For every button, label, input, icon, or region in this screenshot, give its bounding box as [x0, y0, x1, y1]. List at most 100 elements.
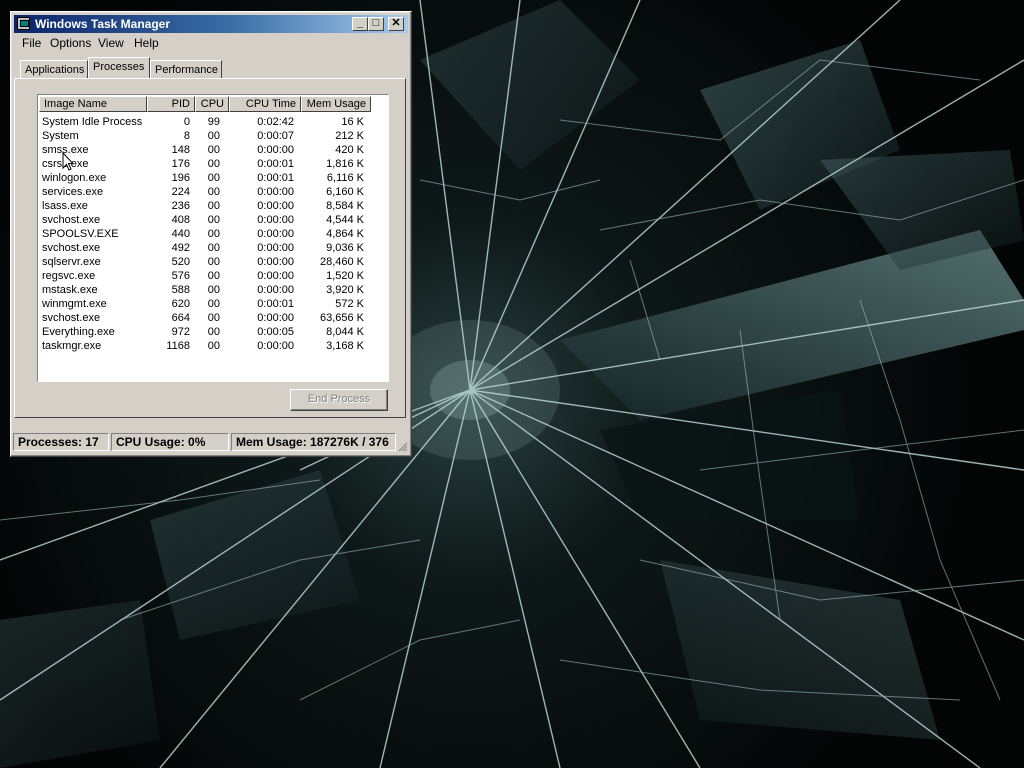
process-row[interactable]: winmgmt.exe 620 00 0:00:01 572 K: [38, 297, 386, 311]
process-name: Everything.exe: [42, 326, 115, 338]
maximize-button[interactable]: □: [368, 17, 384, 31]
process-pid: 440: [171, 228, 190, 240]
process-name: taskmgr.exe: [42, 340, 102, 352]
process-name: services.exe: [42, 186, 104, 198]
process-cpu: 00: [207, 270, 220, 282]
process-pid: 408: [171, 214, 190, 226]
process-mem-usage: 8,584 K: [326, 200, 364, 212]
process-cpu-time: 0:00:00: [257, 284, 294, 296]
menu-view[interactable]: View: [98, 36, 124, 50]
title-bar[interactable]: Windows Task Manager _ □ ✕: [14, 15, 408, 33]
process-pid: 576: [171, 270, 190, 282]
process-name: winmgmt.exe: [42, 298, 107, 310]
process-pid: 148: [171, 144, 190, 156]
column-header-mem-usage[interactable]: Mem Usage: [301, 96, 371, 112]
column-header-cpu-time[interactable]: CPU Time: [229, 96, 301, 112]
process-cpu-time: 0:00:05: [257, 326, 294, 338]
process-cpu: 00: [207, 242, 220, 254]
status-mem-usage: Mem Usage: 187276K / 376: [231, 433, 396, 451]
process-row[interactable]: System 8 00 0:00:07 212 K: [38, 129, 386, 143]
process-row[interactable]: svchost.exe 664 00 0:00:00 63,656 K: [38, 311, 386, 325]
mouse-cursor-icon: [62, 152, 74, 171]
process-pid: 620: [171, 298, 190, 310]
tab-performance[interactable]: Performance: [150, 60, 222, 78]
process-row[interactable]: sqlservr.exe 520 00 0:00:00 28,460 K: [38, 255, 386, 269]
process-cpu-time: 0:00:01: [257, 298, 294, 310]
process-row[interactable]: svchost.exe 492 00 0:00:00 9,036 K: [38, 241, 386, 255]
process-mem-usage: 3,920 K: [326, 284, 364, 296]
process-pid: 224: [171, 186, 190, 198]
process-cpu-time: 0:00:00: [257, 340, 294, 352]
process-row[interactable]: csrss.exe 176 00 0:00:01 1,816 K: [38, 157, 386, 171]
process-cpu-time: 0:00:00: [257, 186, 294, 198]
process-pid: 0: [183, 116, 190, 128]
process-mem-usage: 4,864 K: [326, 228, 364, 240]
window-title: Windows Task Manager: [35, 17, 171, 31]
column-header-pid[interactable]: PID: [147, 96, 195, 112]
process-row[interactable]: System Idle Process 0 99 0:02:42 16 K: [38, 115, 386, 129]
process-mem-usage: 16 K: [341, 116, 364, 128]
process-name: sqlservr.exe: [42, 256, 101, 268]
tab-applications[interactable]: Applications: [20, 60, 88, 78]
process-list[interactable]: Image Name PID CPU CPU Time Mem Usage Sy…: [37, 94, 389, 382]
process-row[interactable]: taskmgr.exe 1168 00 0:00:00 3,168 K: [38, 339, 386, 353]
resize-grip-icon[interactable]: [398, 442, 408, 452]
process-pid: 520: [171, 256, 190, 268]
process-mem-usage: 28,460 K: [319, 256, 364, 268]
process-cpu-time: 0:00:00: [257, 270, 294, 282]
tab-processes[interactable]: Processes: [88, 57, 150, 78]
column-header-cpu[interactable]: CPU: [195, 96, 229, 112]
status-cpu-usage: CPU Usage: 0%: [111, 433, 229, 451]
process-cpu-time: 0:00:00: [257, 242, 294, 254]
process-cpu: 00: [207, 326, 220, 338]
menu-file[interactable]: File: [22, 36, 41, 50]
process-pid: 196: [171, 172, 190, 184]
process-mem-usage: 63,656 K: [319, 312, 364, 324]
process-mem-usage: 420 K: [335, 144, 364, 156]
process-name: mstask.exe: [42, 284, 98, 296]
process-name: svchost.exe: [42, 312, 101, 324]
process-row[interactable]: smss.exe 148 00 0:00:00 420 K: [38, 143, 386, 157]
process-mem-usage: 8,044 K: [326, 326, 364, 338]
process-row[interactable]: SPOOLSV.EXE 440 00 0:00:00 4,864 K: [38, 227, 386, 241]
process-mem-usage: 212 K: [335, 130, 364, 142]
process-cpu: 00: [207, 256, 220, 268]
process-mem-usage: 1,520 K: [326, 270, 364, 282]
close-button[interactable]: ✕: [388, 17, 404, 31]
process-pid: 492: [171, 242, 190, 254]
process-cpu: 00: [207, 214, 220, 226]
column-header-image-name[interactable]: Image Name: [39, 96, 147, 112]
process-row[interactable]: services.exe 224 00 0:00:00 6,160 K: [38, 185, 386, 199]
process-row[interactable]: regsvc.exe 576 00 0:00:00 1,520 K: [38, 269, 386, 283]
process-row[interactable]: winlogon.exe 196 00 0:00:01 6,116 K: [38, 171, 386, 185]
menu-options[interactable]: Options: [50, 36, 91, 50]
process-mem-usage: 4,544 K: [326, 214, 364, 226]
process-name: lsass.exe: [42, 200, 88, 212]
process-row[interactable]: lsass.exe 236 00 0:00:00 8,584 K: [38, 199, 386, 213]
process-mem-usage: 3,168 K: [326, 340, 364, 352]
process-cpu: 00: [207, 200, 220, 212]
process-cpu-time: 0:00:00: [257, 312, 294, 324]
process-cpu-time: 0:00:00: [257, 228, 294, 240]
process-row[interactable]: svchost.exe 408 00 0:00:00 4,544 K: [38, 213, 386, 227]
process-name: csrss.exe: [42, 157, 146, 171]
process-cpu-time: 0:00:00: [257, 200, 294, 212]
process-row[interactable]: mstask.exe 588 00 0:00:00 3,920 K: [38, 283, 386, 297]
process-pid: 588: [171, 284, 190, 296]
process-pid: 176: [171, 158, 190, 170]
process-cpu-time: 0:02:42: [257, 116, 294, 128]
process-cpu: 00: [207, 228, 220, 240]
menu-help[interactable]: Help: [134, 36, 159, 50]
process-cpu: 00: [207, 284, 220, 296]
process-mem-usage: 9,036 K: [326, 242, 364, 254]
process-pid: 236: [171, 200, 190, 212]
process-cpu: 00: [207, 298, 220, 310]
end-process-button[interactable]: End Process: [290, 389, 388, 411]
process-cpu: 00: [207, 186, 220, 198]
process-name: SPOOLSV.EXE: [42, 228, 119, 240]
minimize-button[interactable]: _: [352, 17, 368, 31]
process-cpu: 00: [207, 312, 220, 324]
process-name: System Idle Process: [42, 116, 143, 128]
process-cpu: 00: [207, 340, 220, 352]
process-row[interactable]: Everything.exe 972 00 0:00:05 8,044 K: [38, 325, 386, 339]
